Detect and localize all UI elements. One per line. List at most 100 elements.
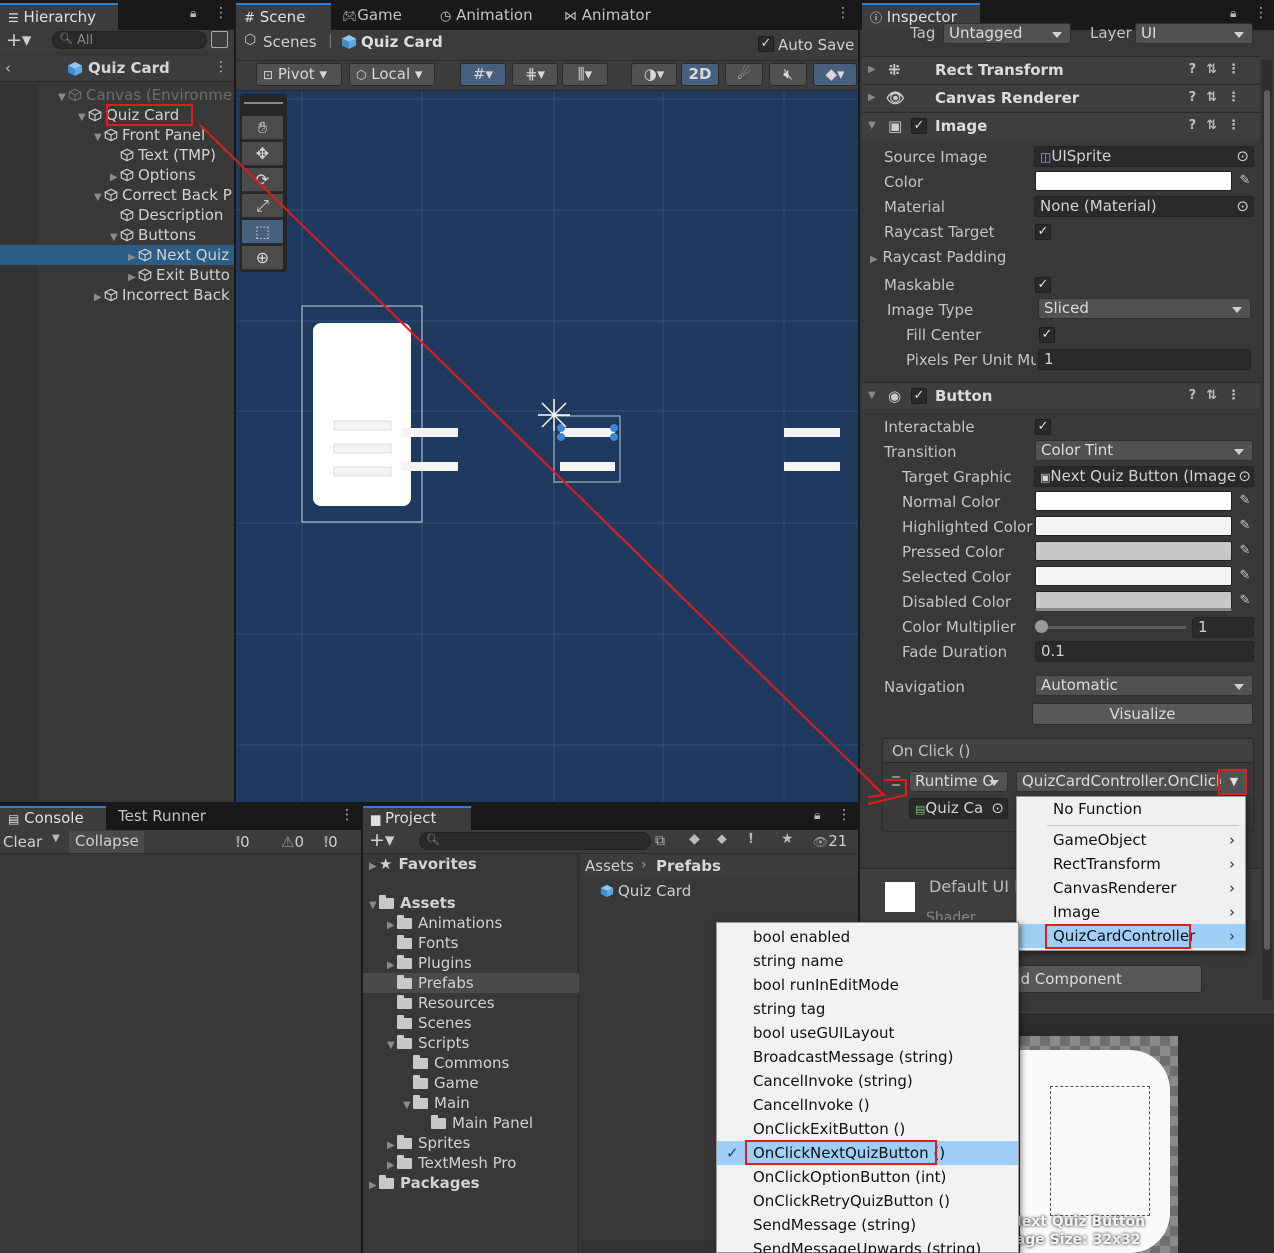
lock-icon[interactable]: 🔒︎ <box>1230 6 1236 21</box>
project-folder[interactable]: Commons <box>363 1053 579 1073</box>
lighting-button[interactable]: ☄ <box>725 63 763 86</box>
foldout-arrow-icon[interactable]: ▶ <box>94 288 104 305</box>
source-image-field[interactable]: ◫UISprite ⊙ <box>1034 146 1254 167</box>
breadcrumb-current[interactable]: Quiz Card <box>361 33 443 51</box>
project-folder[interactable]: ▶ Plugins <box>363 953 579 973</box>
scale-tool-icon[interactable]: ⤢ <box>242 194 283 218</box>
grid-visibility-button[interactable]: ⋕▾ <box>512 63 558 86</box>
menu-item[interactable]: CancelInvoke () <box>717 1093 1018 1117</box>
add-icon[interactable]: +▾ <box>6 29 31 51</box>
menu-item[interactable]: CanvasRenderer › <box>1017 876 1245 900</box>
project-folder[interactable]: ▶ Packages <box>363 1173 579 1193</box>
scene-kebab-icon[interactable]: ⋮ <box>836 5 850 21</box>
foldout-arrow-icon[interactable]: ▶ <box>369 857 379 877</box>
eyedropper-icon[interactable]: ✎ <box>1236 492 1254 510</box>
local-dropdown[interactable]: ⬡ Local ▾ <box>349 63 435 86</box>
hand-tool-icon[interactable]: ✋︎ <box>242 116 283 140</box>
tag-dropdown[interactable]: Untagged <box>943 23 1071 44</box>
project-folder[interactable]: ▶ TextMesh Pro <box>363 1153 579 1173</box>
button-header[interactable]: ▼ ◉ ✓ Button ?⇅⋮ <box>862 382 1260 409</box>
eyedropper-icon[interactable]: ✎ <box>1236 592 1254 610</box>
rect-transform-header[interactable]: ▶ ⁜ Rect Transform ?⇅⋮ <box>862 56 1260 83</box>
pivot-dropdown[interactable]: ⊡ Pivot ▾ <box>256 63 342 86</box>
component-actions-icon[interactable]: ?⇅⋮ <box>1189 383 1250 409</box>
drag-handle-icon[interactable] <box>892 776 900 786</box>
collapse-button[interactable]: Collapse <box>69 831 144 853</box>
navigation-dropdown[interactable]: Automatic <box>1035 675 1253 696</box>
tab-game[interactable]: 🎮︎Game <box>334 3 410 30</box>
hierarchy-item[interactable]: ▼ Correct Back P <box>0 185 234 205</box>
disabled-color-swatch[interactable] <box>1035 591 1232 611</box>
button-enabled-checkbox[interactable]: ✓ <box>911 388 927 404</box>
clear-button[interactable]: Clear <box>3 833 42 851</box>
hierarchy-item[interactable]: Text (TMP) <box>0 145 234 165</box>
hierarchy-item[interactable]: ▶ Exit Butto <box>0 265 234 285</box>
fade-duration-field[interactable]: 0.1 <box>1035 641 1254 662</box>
project-folder[interactable]: ▼ Assets <box>363 893 579 913</box>
mode-2d-button[interactable]: 2D <box>681 63 719 86</box>
image-header[interactable]: ▼ ▣ ✓ Image ?⇅⋮ <box>862 112 1260 139</box>
fill-center-checkbox[interactable]: ✓ <box>1039 327 1055 343</box>
draw-mode-button[interactable]: ◑▾ <box>631 63 677 86</box>
material-field[interactable]: None (Material) ⊙ <box>1034 196 1254 217</box>
search-by-type-icon[interactable]: ⧉ <box>655 833 665 849</box>
hierarchy-item[interactable]: Description <box>0 205 234 225</box>
menu-item[interactable]: bool useGUILayout <box>717 1021 1018 1045</box>
filter-by-label-icon[interactable]: ◆ <box>689 831 700 847</box>
menu-item[interactable]: RectTransform › <box>1017 852 1245 876</box>
foldout-arrow-icon[interactable]: ▶ <box>128 268 138 285</box>
interactable-checkbox[interactable]: ✓ <box>1035 419 1051 435</box>
raycast-target-checkbox[interactable]: ✓ <box>1035 224 1051 240</box>
error-filter[interactable]: ❗︎0 <box>324 833 338 851</box>
project-folder[interactable]: ▼ Main <box>363 1093 579 1113</box>
rotate-tool-icon[interactable]: ⟳ <box>242 168 283 192</box>
search-input[interactable]: 🔍︎ All <box>52 31 207 49</box>
color-multiplier-slider-track[interactable] <box>1040 626 1186 629</box>
info-filter[interactable]: ❗︎0 <box>236 833 250 851</box>
tool-palette-handle[interactable] <box>244 102 283 114</box>
foldout-arrow-icon[interactable]: ▼ <box>78 108 88 125</box>
menu-item[interactable]: OnClickExitButton () <box>717 1117 1018 1141</box>
menu-item[interactable]: SendMessage (string) <box>717 1213 1018 1237</box>
foldout-arrow-icon[interactable]: ▶ <box>128 248 138 265</box>
effects-button[interactable]: ◆▾ <box>813 63 857 86</box>
project-folder[interactable]: ▼ Scripts <box>363 1033 579 1053</box>
transform-tool-icon[interactable]: ⊕ <box>242 246 283 270</box>
clear-options-icon[interactable]: ▼ <box>52 833 60 844</box>
ppu-field[interactable]: 1 <box>1038 349 1251 370</box>
color-multiplier-slider-knob[interactable] <box>1035 620 1048 633</box>
foldout-arrow-icon[interactable]: ▼ <box>58 88 68 105</box>
add-icon[interactable]: +▾ <box>369 829 394 851</box>
grid-snap-button[interactable]: #▾ <box>460 63 506 86</box>
rect-tool-icon[interactable]: ⬚ <box>242 220 283 244</box>
project-folder[interactable]: ▶ Sprites <box>363 1133 579 1153</box>
project-folder[interactable]: Main Panel <box>363 1113 579 1133</box>
transition-dropdown[interactable]: Color Tint <box>1035 440 1253 461</box>
component-actions-icon[interactable]: ?⇅⋮ <box>1189 85 1250 111</box>
tab-animation[interactable]: ◷ Animation <box>432 3 541 30</box>
project-folder[interactable]: Fonts <box>363 933 579 953</box>
project-favorites[interactable]: ▶ ★ Favorites <box>369 854 477 874</box>
eyedropper-icon[interactable]: ✎ <box>1236 542 1254 560</box>
function-dropdown[interactable]: QuizCardController.OnClickN <box>1016 771 1246 792</box>
kebab-menu-icon[interactable]: ⋮ <box>214 5 228 21</box>
menu-item[interactable]: CancelInvoke (string) <box>717 1069 1018 1093</box>
menu-item[interactable]: OnClickRetryQuizButton () <box>717 1189 1018 1213</box>
project-folder[interactable]: Game <box>363 1073 579 1093</box>
breadcrumb-root[interactable]: Scenes <box>263 33 317 51</box>
highlighted-color-swatch[interactable] <box>1035 516 1232 536</box>
menu-item[interactable]: SendMessageUpwards (string) <box>717 1237 1018 1253</box>
alert-icon[interactable]: ❗︎ <box>749 831 753 847</box>
object-picker-icon[interactable]: ⊙ <box>1236 467 1251 486</box>
maskable-checkbox[interactable]: ✓ <box>1035 277 1051 293</box>
move-tool-icon[interactable]: ✥ <box>242 142 283 166</box>
project-folder[interactable]: Prefabs <box>363 973 579 993</box>
layer-dropdown[interactable]: UI <box>1135 23 1253 44</box>
tab-scene[interactable]: # Scene <box>236 3 331 30</box>
runtime-dropdown[interactable]: Runtime O <box>909 771 1008 792</box>
tab-project[interactable]: ▆ Project <box>363 806 471 830</box>
increment-snap-button[interactable]: ⫼▾ <box>562 63 608 86</box>
menu-item[interactable]: string tag <box>717 997 1018 1021</box>
scroll-thumb[interactable] <box>1264 90 1270 950</box>
asset-item[interactable]: Quiz Card <box>600 882 691 900</box>
